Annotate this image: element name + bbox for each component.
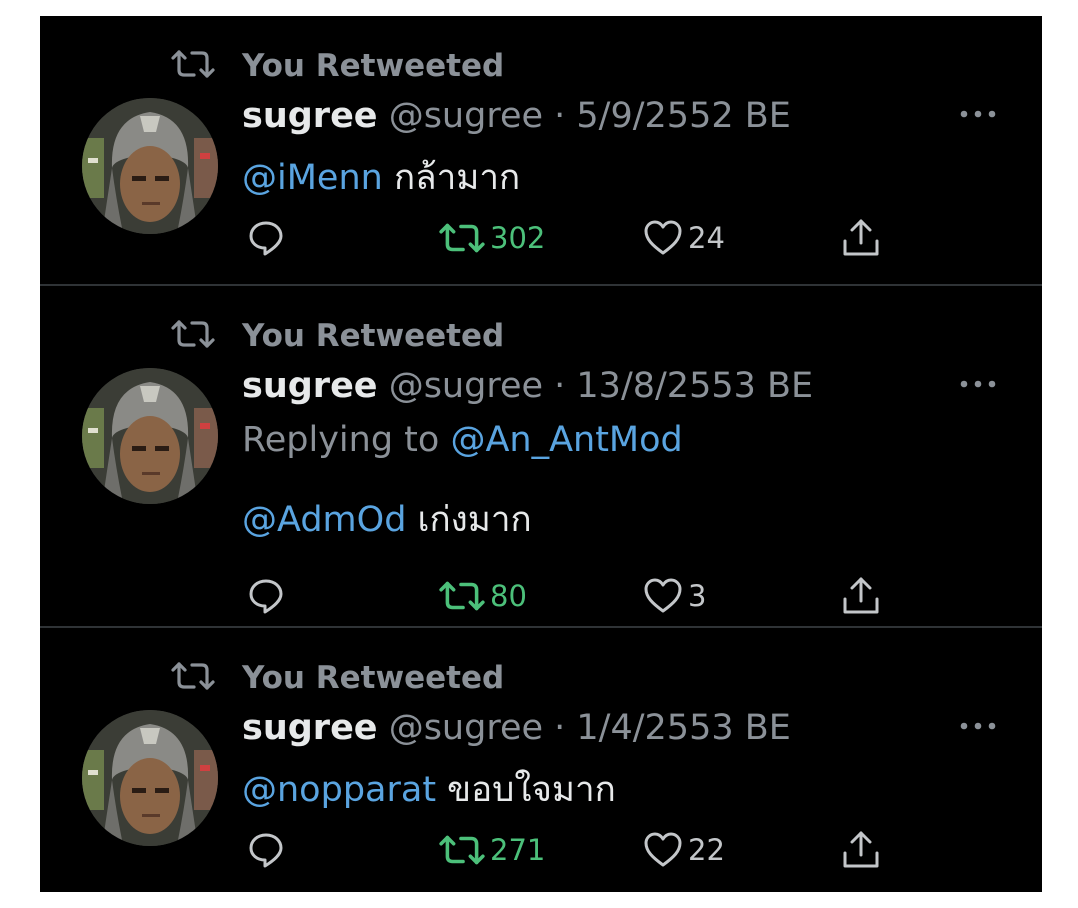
like-button[interactable]: 24 <box>642 214 725 262</box>
retweet-icon <box>438 833 486 867</box>
reply-button[interactable] <box>246 572 286 620</box>
heart-icon <box>642 576 684 616</box>
retweet-context: You Retweeted <box>170 660 504 696</box>
avatar[interactable] <box>82 710 218 846</box>
retweet-label: You Retweeted <box>242 318 505 354</box>
retweet-icon <box>170 660 216 696</box>
like-count: 3 <box>688 579 707 613</box>
more-icon[interactable] <box>958 718 998 737</box>
retweet-icon <box>438 579 486 613</box>
retweet-button[interactable]: 80 <box>438 572 527 620</box>
tweet-date[interactable]: 5/9/2552 BE <box>576 96 790 136</box>
user-handle[interactable]: @sugree <box>389 96 543 136</box>
separator: · <box>543 96 577 136</box>
separator: · <box>543 708 577 748</box>
tweet-header: sugree @sugree · 13/8/2553 BE <box>242 366 813 406</box>
tweet-header: sugree @sugree · 5/9/2552 BE <box>242 96 791 136</box>
tweet-actions: 80 3 <box>242 572 902 620</box>
tweet-text: @iMenn กล้ามาก <box>242 150 520 205</box>
timeline: You Retweeted sugree @sugree · 5/9/2552 … <box>40 16 1042 892</box>
retweet-icon <box>438 221 486 255</box>
tweet-body: กล้ามาก <box>382 158 521 198</box>
retweet-button[interactable]: 302 <box>438 214 545 262</box>
tweet[interactable]: You Retweeted sugree @sugree · 1/4/2553 … <box>40 628 1042 892</box>
tweet-actions: 302 24 <box>242 214 902 262</box>
share-button[interactable] <box>840 572 882 620</box>
display-name[interactable]: sugree <box>242 96 378 136</box>
user-handle[interactable]: @sugree <box>389 708 543 748</box>
tweet-body: เก่งมาก <box>406 500 532 540</box>
retweet-context: You Retweeted <box>170 48 504 84</box>
retweet-count: 80 <box>490 579 527 613</box>
tweet-date[interactable]: 1/4/2553 BE <box>576 708 790 748</box>
reply-icon <box>246 830 286 870</box>
like-count: 22 <box>688 833 725 867</box>
display-name[interactable]: sugree <box>242 366 378 406</box>
retweet-icon <box>170 48 216 84</box>
reply-button[interactable] <box>246 826 286 874</box>
tweet[interactable]: You Retweeted sugree @sugree · 13/8/2553… <box>40 286 1042 626</box>
reply-button[interactable] <box>246 214 286 262</box>
user-handle[interactable]: @sugree <box>389 366 543 406</box>
mention-link[interactable]: @AdmOd <box>242 500 406 540</box>
tweet[interactable]: You Retweeted sugree @sugree · 5/9/2552 … <box>40 16 1042 284</box>
heart-icon <box>642 218 684 258</box>
retweet-count: 302 <box>490 221 546 255</box>
retweet-label: You Retweeted <box>242 660 505 696</box>
tweet-text: @nopparat ขอบใจมาก <box>242 762 616 817</box>
retweet-icon <box>170 318 216 354</box>
retweet-count: 271 <box>490 833 546 867</box>
retweet-label: You Retweeted <box>242 48 505 84</box>
mention-link[interactable]: @nopparat <box>242 770 436 810</box>
retweet-button[interactable]: 271 <box>438 826 545 874</box>
heart-icon <box>642 830 684 870</box>
avatar[interactable] <box>82 98 218 234</box>
share-button[interactable] <box>840 826 882 874</box>
tweet-header: sugree @sugree · 1/4/2553 BE <box>242 708 791 748</box>
like-count: 24 <box>688 221 725 255</box>
retweet-context: You Retweeted <box>170 318 504 354</box>
share-icon <box>840 575 882 617</box>
like-button[interactable]: 22 <box>642 826 725 874</box>
tweet-date[interactable]: 13/8/2553 BE <box>576 366 813 406</box>
separator: · <box>543 366 577 406</box>
tweet-body: ขอบใจมาก <box>436 770 616 810</box>
share-icon <box>840 217 882 259</box>
more-icon[interactable] <box>958 376 998 395</box>
tweet-actions: 271 22 <box>242 826 902 874</box>
replying-to-prefix: Replying to <box>242 420 451 460</box>
replying-to-user[interactable]: @An_AntMod <box>450 420 682 460</box>
mention-link[interactable]: @iMenn <box>242 158 383 198</box>
like-button[interactable]: 3 <box>642 572 706 620</box>
share-button[interactable] <box>840 214 882 262</box>
more-icon[interactable] <box>958 106 998 125</box>
replying-to: Replying to @An_AntMod <box>242 420 683 460</box>
tweet-text: @AdmOd เก่งมาก <box>242 492 532 547</box>
avatar[interactable] <box>82 368 218 504</box>
reply-icon <box>246 218 286 258</box>
share-icon <box>840 829 882 871</box>
display-name[interactable]: sugree <box>242 708 378 748</box>
reply-icon <box>246 576 286 616</box>
